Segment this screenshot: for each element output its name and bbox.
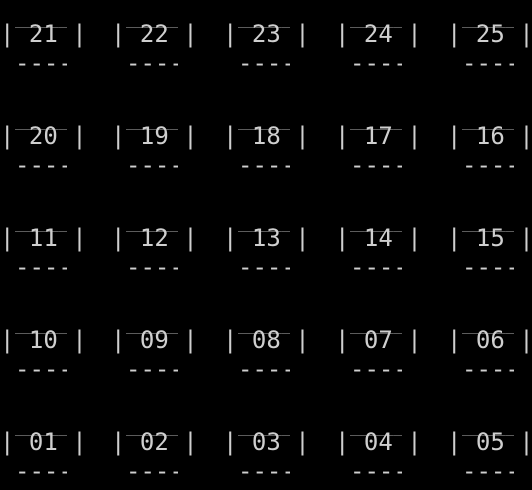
cell-bottom-border: ---- bbox=[126, 254, 178, 280]
terminal-board: ____| 21 |---- ____| 22 |---- ____| 23 |--… bbox=[0, 0, 532, 484]
terminal-cell: ____| 05 |---- bbox=[447, 410, 532, 490]
cell-number-line: | 03 | bbox=[223, 428, 310, 456]
cell-bottom-border: ---- bbox=[15, 254, 67, 280]
terminal-cell: ____| 16 |---- bbox=[447, 104, 532, 184]
cell-bottom-border: ---- bbox=[462, 152, 514, 178]
cell-number-line: | 20 | bbox=[0, 122, 87, 150]
cell-bottom-border: ---- bbox=[238, 152, 290, 178]
cell-number-line: | 08 | bbox=[223, 326, 310, 354]
cell-number-line: | 06 | bbox=[447, 326, 532, 354]
cell-bottom-border: ---- bbox=[350, 458, 402, 484]
terminal-cell: ____| 02 |---- bbox=[111, 410, 201, 490]
cell-bottom-border: ---- bbox=[126, 152, 178, 178]
cell-bottom-border: ---- bbox=[462, 356, 514, 382]
cell-number-line: | 11 | bbox=[0, 224, 87, 252]
cell-bottom-border: ---- bbox=[126, 458, 178, 484]
cell-number-line: | 21 | bbox=[0, 20, 87, 48]
cell-bottom-border: ---- bbox=[126, 50, 178, 76]
cell-bottom-border: ---- bbox=[462, 458, 514, 484]
cell-number-line: | 18 | bbox=[223, 122, 310, 150]
terminal-cell: ____| 22 |---- bbox=[111, 2, 201, 82]
terminal-cell: ____| 20 |---- bbox=[0, 104, 90, 184]
cell-bottom-border: ---- bbox=[462, 50, 514, 76]
cell-bottom-border: ---- bbox=[15, 152, 67, 178]
cell-number-line: | 15 | bbox=[447, 224, 532, 252]
terminal-cell: ____| 17 |---- bbox=[335, 104, 425, 184]
terminal-row: ____| 21 |---- ____| 22 |---- ____| 23 |--… bbox=[0, 2, 532, 82]
terminal-cell: ____| 06 |---- bbox=[447, 308, 532, 388]
cell-number-line: | 16 | bbox=[447, 122, 532, 150]
cell-number-line: | 09 | bbox=[111, 326, 198, 354]
terminal-cell: ____| 18 |---- bbox=[223, 104, 313, 184]
cell-number-line: | 04 | bbox=[335, 428, 422, 456]
cell-number-line: | 07 | bbox=[335, 326, 422, 354]
cell-number-line: | 17 | bbox=[335, 122, 422, 150]
cell-number-line: | 12 | bbox=[111, 224, 198, 252]
cell-number-line: | 10 | bbox=[0, 326, 87, 354]
cell-number-line: | 05 | bbox=[447, 428, 532, 456]
cell-bottom-border: ---- bbox=[126, 356, 178, 382]
terminal-cell: ____| 03 |---- bbox=[223, 410, 313, 490]
cell-bottom-border: ---- bbox=[238, 356, 290, 382]
cell-bottom-border: ---- bbox=[238, 50, 290, 76]
terminal-cell: ____| 23 |---- bbox=[223, 2, 313, 82]
cell-number-line: | 25 | bbox=[447, 20, 532, 48]
cell-number-line: | 13 | bbox=[223, 224, 310, 252]
cell-bottom-border: ---- bbox=[15, 458, 67, 484]
cell-bottom-border: ---- bbox=[15, 50, 67, 76]
cell-number-line: | 24 | bbox=[335, 20, 422, 48]
cell-bottom-border: ---- bbox=[238, 254, 290, 280]
cell-number-line: | 01 | bbox=[0, 428, 87, 456]
cell-number-line: | 19 | bbox=[111, 122, 198, 150]
terminal-cell: ____| 14 |---- bbox=[335, 206, 425, 286]
terminal-cell: ____| 10 |---- bbox=[0, 308, 90, 388]
terminal-cell: ____| 12 |---- bbox=[111, 206, 201, 286]
cell-bottom-border: ---- bbox=[462, 254, 514, 280]
cell-number-line: | 14 | bbox=[335, 224, 422, 252]
terminal-cell: ____| 19 |---- bbox=[111, 104, 201, 184]
terminal-cell: ____| 01 |---- bbox=[0, 410, 90, 490]
cell-number-line: | 23 | bbox=[223, 20, 310, 48]
cell-bottom-border: ---- bbox=[350, 254, 402, 280]
terminal-row: ____| 01 |---- ____| 02 |---- ____| 03 |--… bbox=[0, 410, 532, 490]
terminal-row: ____| 20 |---- ____| 19 |---- ____| 18 |--… bbox=[0, 104, 532, 184]
cell-number-line: | 22 | bbox=[111, 20, 198, 48]
terminal-cell: ____| 25 |---- bbox=[447, 2, 532, 82]
cell-bottom-border: ---- bbox=[15, 356, 67, 382]
cell-number-line: | 02 | bbox=[111, 428, 198, 456]
terminal-cell: ____| 09 |---- bbox=[111, 308, 201, 388]
terminal-row: ____| 11 |---- ____| 12 |---- ____| 13 |--… bbox=[0, 206, 532, 286]
terminal-row: ____| 10 |---- ____| 09 |---- ____| 08 |--… bbox=[0, 308, 532, 388]
cell-bottom-border: ---- bbox=[350, 50, 402, 76]
terminal-cell: ____| 07 |---- bbox=[335, 308, 425, 388]
terminal-cell: ____| 13 |---- bbox=[223, 206, 313, 286]
terminal-cell: ____| 11 |---- bbox=[0, 206, 90, 286]
terminal-cell: ____| 15 |---- bbox=[447, 206, 532, 286]
terminal-cell: ____| 24 |---- bbox=[335, 2, 425, 82]
cell-bottom-border: ---- bbox=[350, 152, 402, 178]
cell-bottom-border: ---- bbox=[238, 458, 290, 484]
terminal-cell: ____| 04 |---- bbox=[335, 410, 425, 490]
terminal-cell: ____| 08 |---- bbox=[223, 308, 313, 388]
cell-bottom-border: ---- bbox=[350, 356, 402, 382]
terminal-cell: ____| 21 |---- bbox=[0, 2, 90, 82]
